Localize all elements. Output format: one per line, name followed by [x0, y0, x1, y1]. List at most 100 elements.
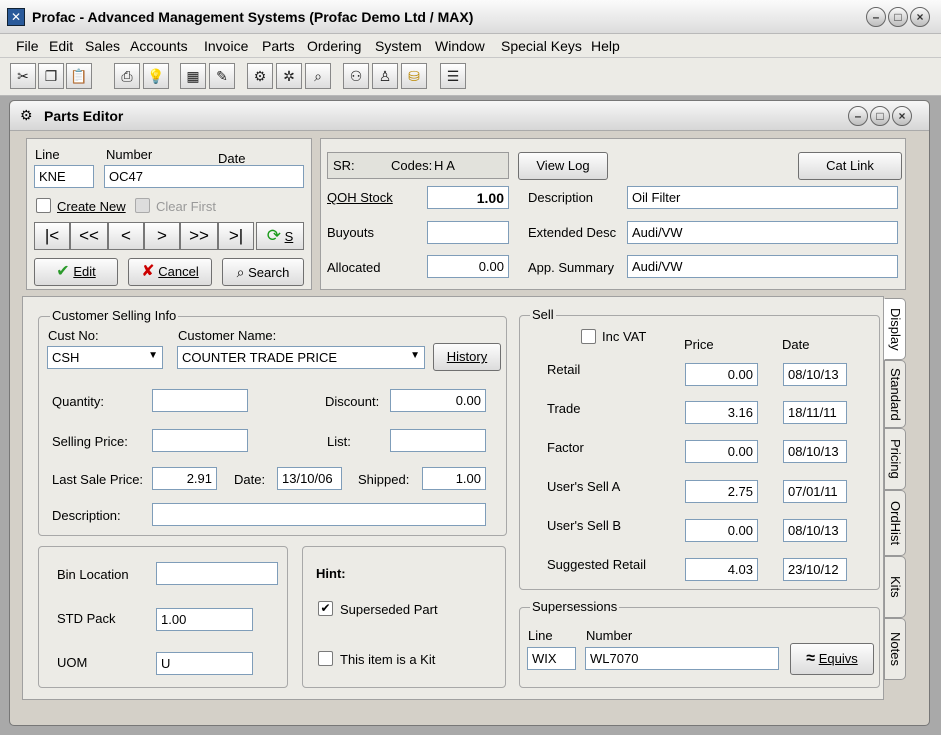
description-label: Description	[528, 190, 594, 205]
gears-icon[interactable]: ✲	[276, 63, 302, 89]
retail-price[interactable]: 0.00	[685, 363, 758, 386]
customer-name-label: Customer Name:	[178, 328, 277, 343]
retail-date[interactable]: 08/10/13	[783, 363, 847, 386]
notepad-icon[interactable]: ✎	[209, 63, 235, 89]
kit-checkbox[interactable]	[318, 651, 333, 666]
menu-edit[interactable]: Edit	[49, 38, 73, 54]
tab-display[interactable]: Display	[884, 298, 906, 360]
std-pack-input[interactable]: 1.00	[156, 608, 253, 631]
print-icon[interactable]: ⎙	[114, 63, 140, 89]
menu-window[interactable]: Window	[435, 38, 485, 54]
last-record-button[interactable]: >|	[218, 222, 254, 250]
date-label: Date	[218, 151, 246, 166]
line-label: Line	[35, 147, 60, 162]
customer-description-label: Description:	[52, 508, 121, 523]
users-sell-b-price[interactable]: 0.00	[685, 519, 758, 542]
factor-price[interactable]: 0.00	[685, 440, 758, 463]
first-record-button[interactable]: |<	[34, 222, 70, 250]
buyouts-value	[427, 221, 509, 244]
quantity-input[interactable]	[152, 389, 248, 412]
suggested-retail-price[interactable]: 4.03	[685, 558, 758, 581]
cust-no-select[interactable]: CSH ▼	[47, 346, 163, 369]
clear-first-checkbox[interactable]	[135, 198, 150, 213]
prev-page-button[interactable]: <<	[70, 222, 108, 250]
prev-record-button[interactable]: <	[108, 222, 144, 250]
extended-desc-input[interactable]: Audi/VW	[627, 221, 898, 244]
tab-standard[interactable]: Standard	[884, 360, 906, 428]
menu-system[interactable]: System	[375, 38, 422, 54]
next-page-button[interactable]: >>	[180, 222, 218, 250]
users-sell-a-price[interactable]: 2.75	[685, 480, 758, 503]
uom-input[interactable]: U	[156, 652, 253, 675]
bin-location-input[interactable]	[156, 562, 278, 585]
list-input[interactable]	[390, 429, 486, 452]
inc-vat-label: Inc VAT	[602, 329, 647, 344]
copy-icon[interactable]: ❐	[38, 63, 64, 89]
tab-kits[interactable]: Kits	[884, 556, 906, 618]
close-button[interactable]: ×	[910, 7, 930, 27]
menu-special-keys[interactable]: Special Keys	[501, 38, 582, 54]
cancel-button[interactable]: ✘ Cancel	[128, 258, 212, 286]
menu-file[interactable]: File	[16, 38, 39, 54]
discount-input[interactable]: 0.00	[390, 389, 486, 412]
number-label: Number	[106, 147, 153, 162]
tab-pricing[interactable]: Pricing	[884, 428, 906, 490]
paste-icon[interactable]: 📋	[66, 63, 92, 89]
stack-icon[interactable]: ☰	[440, 63, 466, 89]
supersession-line-input[interactable]: WIX	[527, 647, 576, 670]
edit-button[interactable]: ✔ Edit	[34, 258, 118, 286]
menu-invoice[interactable]: Invoice	[204, 38, 248, 54]
maximize-button[interactable]: □	[888, 7, 908, 27]
suggested-retail-date[interactable]: 23/10/12	[783, 558, 847, 581]
number-input[interactable]: OC47	[104, 165, 304, 188]
menu-ordering[interactable]: Ordering	[307, 38, 361, 54]
parts-editor-icon: ⚙	[20, 107, 33, 123]
create-new-checkbox[interactable]	[36, 198, 51, 213]
users-sell-a-date[interactable]: 07/01/11	[783, 480, 847, 503]
child-maximize-button[interactable]: □	[870, 106, 890, 126]
inc-vat-checkbox[interactable]	[581, 329, 596, 344]
tab-ordhist[interactable]: OrdHist	[884, 490, 906, 556]
menu-accounts[interactable]: Accounts	[130, 38, 188, 54]
factor-date[interactable]: 08/10/13	[783, 440, 847, 463]
lightbulb-icon[interactable]: 💡	[143, 63, 169, 89]
description-input[interactable]: Oil Filter	[627, 186, 898, 209]
trade-date[interactable]: 18/11/11	[783, 401, 847, 424]
history-button[interactable]: History	[433, 343, 501, 371]
parts-icon[interactable]: ⚙	[247, 63, 273, 89]
search-button[interactable]: ⌕ Search	[222, 258, 304, 286]
cut-icon[interactable]: ✂	[10, 63, 36, 89]
menu-help[interactable]: Help	[591, 38, 620, 54]
runner-icon[interactable]: ♙	[372, 63, 398, 89]
customer-description-input[interactable]	[152, 503, 486, 526]
refresh-s-button[interactable]: ⟳ S	[256, 222, 304, 250]
customer-name-select[interactable]: COUNTER TRADE PRICE ▼	[177, 346, 425, 369]
equivs-button[interactable]: ≈ Equivs	[790, 643, 874, 675]
next-record-button[interactable]: >	[144, 222, 180, 250]
allocated-value: 0.00	[427, 255, 509, 278]
child-close-button[interactable]: ×	[892, 106, 912, 126]
binoculars-icon[interactable]: ⌕	[305, 63, 331, 89]
line-input[interactable]: KNE	[34, 165, 94, 188]
menu-sales[interactable]: Sales	[85, 38, 120, 54]
menu-parts[interactable]: Parts	[262, 38, 295, 54]
trade-price[interactable]: 3.16	[685, 401, 758, 424]
supersession-number-input[interactable]: WL7070	[585, 647, 779, 670]
calculator-icon[interactable]: ▦	[180, 63, 206, 89]
clear-first-label: Clear First	[156, 199, 216, 214]
database-icon[interactable]: ⛁	[401, 63, 427, 89]
people-icon[interactable]: ⚇	[343, 63, 369, 89]
tab-notes[interactable]: Notes	[884, 618, 906, 680]
users-sell-b-date[interactable]: 08/10/13	[783, 519, 847, 542]
cust-no-label: Cust No:	[48, 328, 99, 343]
chevron-down-icon: ▼	[148, 350, 158, 361]
view-log-button[interactable]: View Log	[518, 152, 608, 180]
app-summary-input[interactable]: Audi/VW	[627, 255, 898, 278]
child-minimize-button[interactable]: –	[848, 106, 868, 126]
minimize-button[interactable]: –	[866, 7, 886, 27]
cat-link-button[interactable]: Cat Link	[798, 152, 902, 180]
selling-price-input[interactable]	[152, 429, 248, 452]
retail-label: Retail	[547, 362, 581, 377]
checkmark-icon: ✔	[56, 263, 70, 280]
superseded-checkbox[interactable]: ✔	[318, 601, 333, 616]
